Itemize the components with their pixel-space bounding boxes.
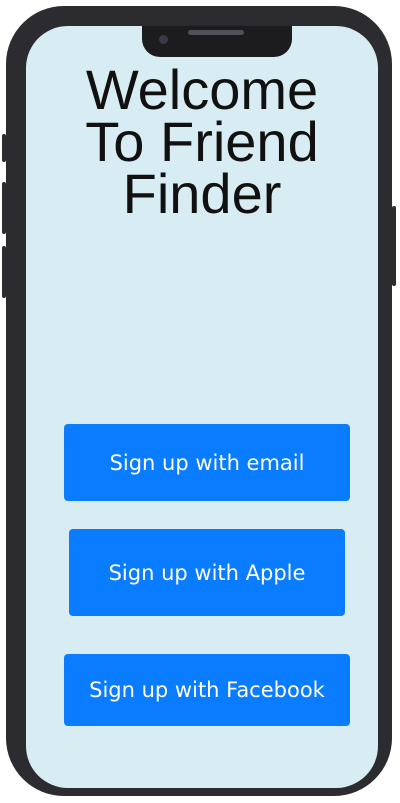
app-screen: Welcome To Friend Finder Sign up with em…	[26, 26, 378, 788]
speaker-icon	[188, 30, 244, 35]
camera-icon	[159, 35, 168, 44]
page-title: Welcome To Friend Finder	[26, 58, 378, 225]
side-button-left	[2, 134, 6, 162]
sign-up-email-button[interactable]: Sign up with email	[64, 424, 350, 501]
volume-up-button	[2, 182, 6, 234]
title-line-2: To Friend	[85, 110, 319, 173]
volume-down-button	[2, 246, 6, 298]
phone-frame: Welcome To Friend Finder Sign up with em…	[2, 6, 396, 796]
title-line-1: Welcome	[85, 58, 319, 121]
power-button	[392, 206, 396, 286]
title-line-3: Finder	[122, 162, 282, 225]
sign-up-apple-button[interactable]: Sign up with Apple	[69, 529, 345, 616]
sign-up-facebook-button[interactable]: Sign up with Facebook	[64, 654, 350, 726]
